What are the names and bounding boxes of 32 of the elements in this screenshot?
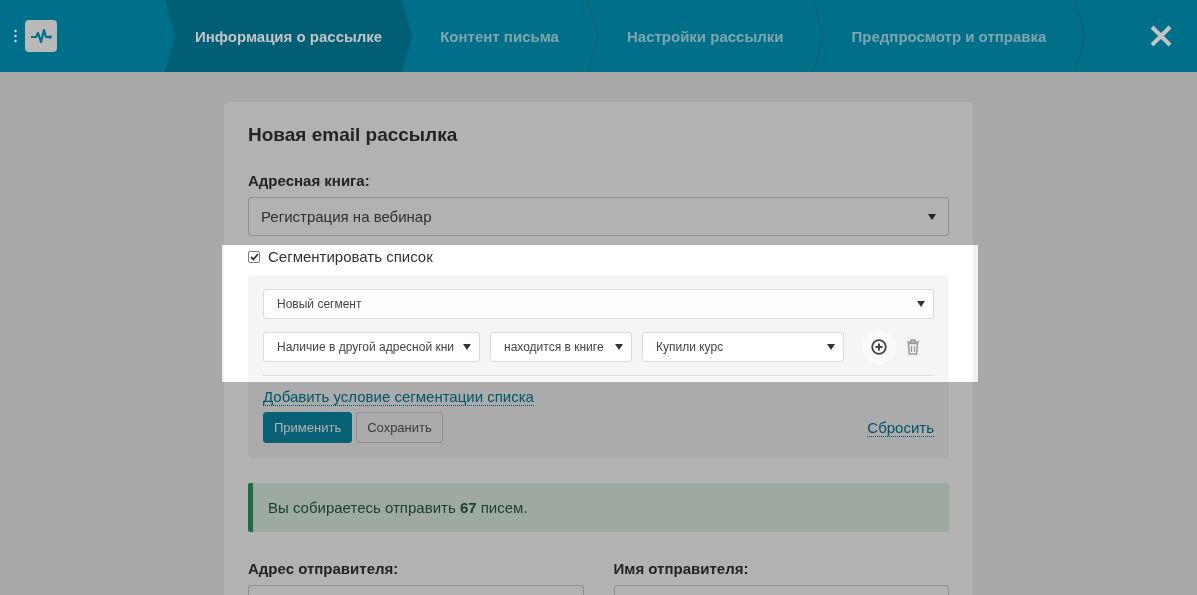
form-title: Новая email рассылка: [248, 124, 459, 146]
step-tab[interactable]: Настройки рассылки: [598, 0, 812, 72]
caret-icon: [615, 344, 623, 350]
save-button[interactable]: Сохранить: [356, 412, 443, 443]
segment-select[interactable]: Новый сегмент: [263, 289, 934, 319]
step-tab[interactable]: Предпросмотр и отправка: [823, 0, 1075, 72]
pulse-logo-icon: [25, 20, 57, 52]
add-condition-link[interactable]: Добавить условие сегментации списка: [263, 388, 534, 406]
step-tab[interactable]: Контент письма: [412, 0, 587, 72]
condition-operator-select[interactable]: находится в книге: [490, 332, 632, 362]
chevron-divider: [1074, 0, 1087, 72]
apply-button[interactable]: Применить: [263, 412, 353, 443]
caret-icon: [928, 213, 936, 220]
caret-icon: [917, 301, 925, 307]
reset-link[interactable]: Сбросить: [867, 418, 934, 437]
trash-icon[interactable]: [906, 339, 920, 355]
condition-field-select[interactable]: Наличие в другой адресной кни: [263, 332, 480, 362]
field-label: Имя отправителя:: [613, 560, 750, 577]
info-alert: Вы собираетесь отправить 67 писем.: [248, 483, 949, 532]
add-icon[interactable]: [862, 330, 896, 364]
chevron-divider: [586, 0, 599, 72]
step-tab[interactable]: Информация о рассылке: [165, 0, 413, 72]
segment-checkbox[interactable]: [248, 250, 260, 263]
field-label: Адресная книга:: [248, 172, 371, 189]
checkbox-label: Сегментировать список: [268, 248, 433, 265]
field-label: Адрес отправителя:: [248, 560, 400, 577]
caret-icon: [463, 344, 471, 350]
address-book-select[interactable]: Регистрация на вебинар: [248, 197, 949, 236]
chevron-divider: [811, 0, 824, 72]
more-icon[interactable]: [14, 29, 17, 43]
condition-value-select[interactable]: Купили курс: [642, 332, 844, 362]
caret-icon: [827, 344, 835, 350]
